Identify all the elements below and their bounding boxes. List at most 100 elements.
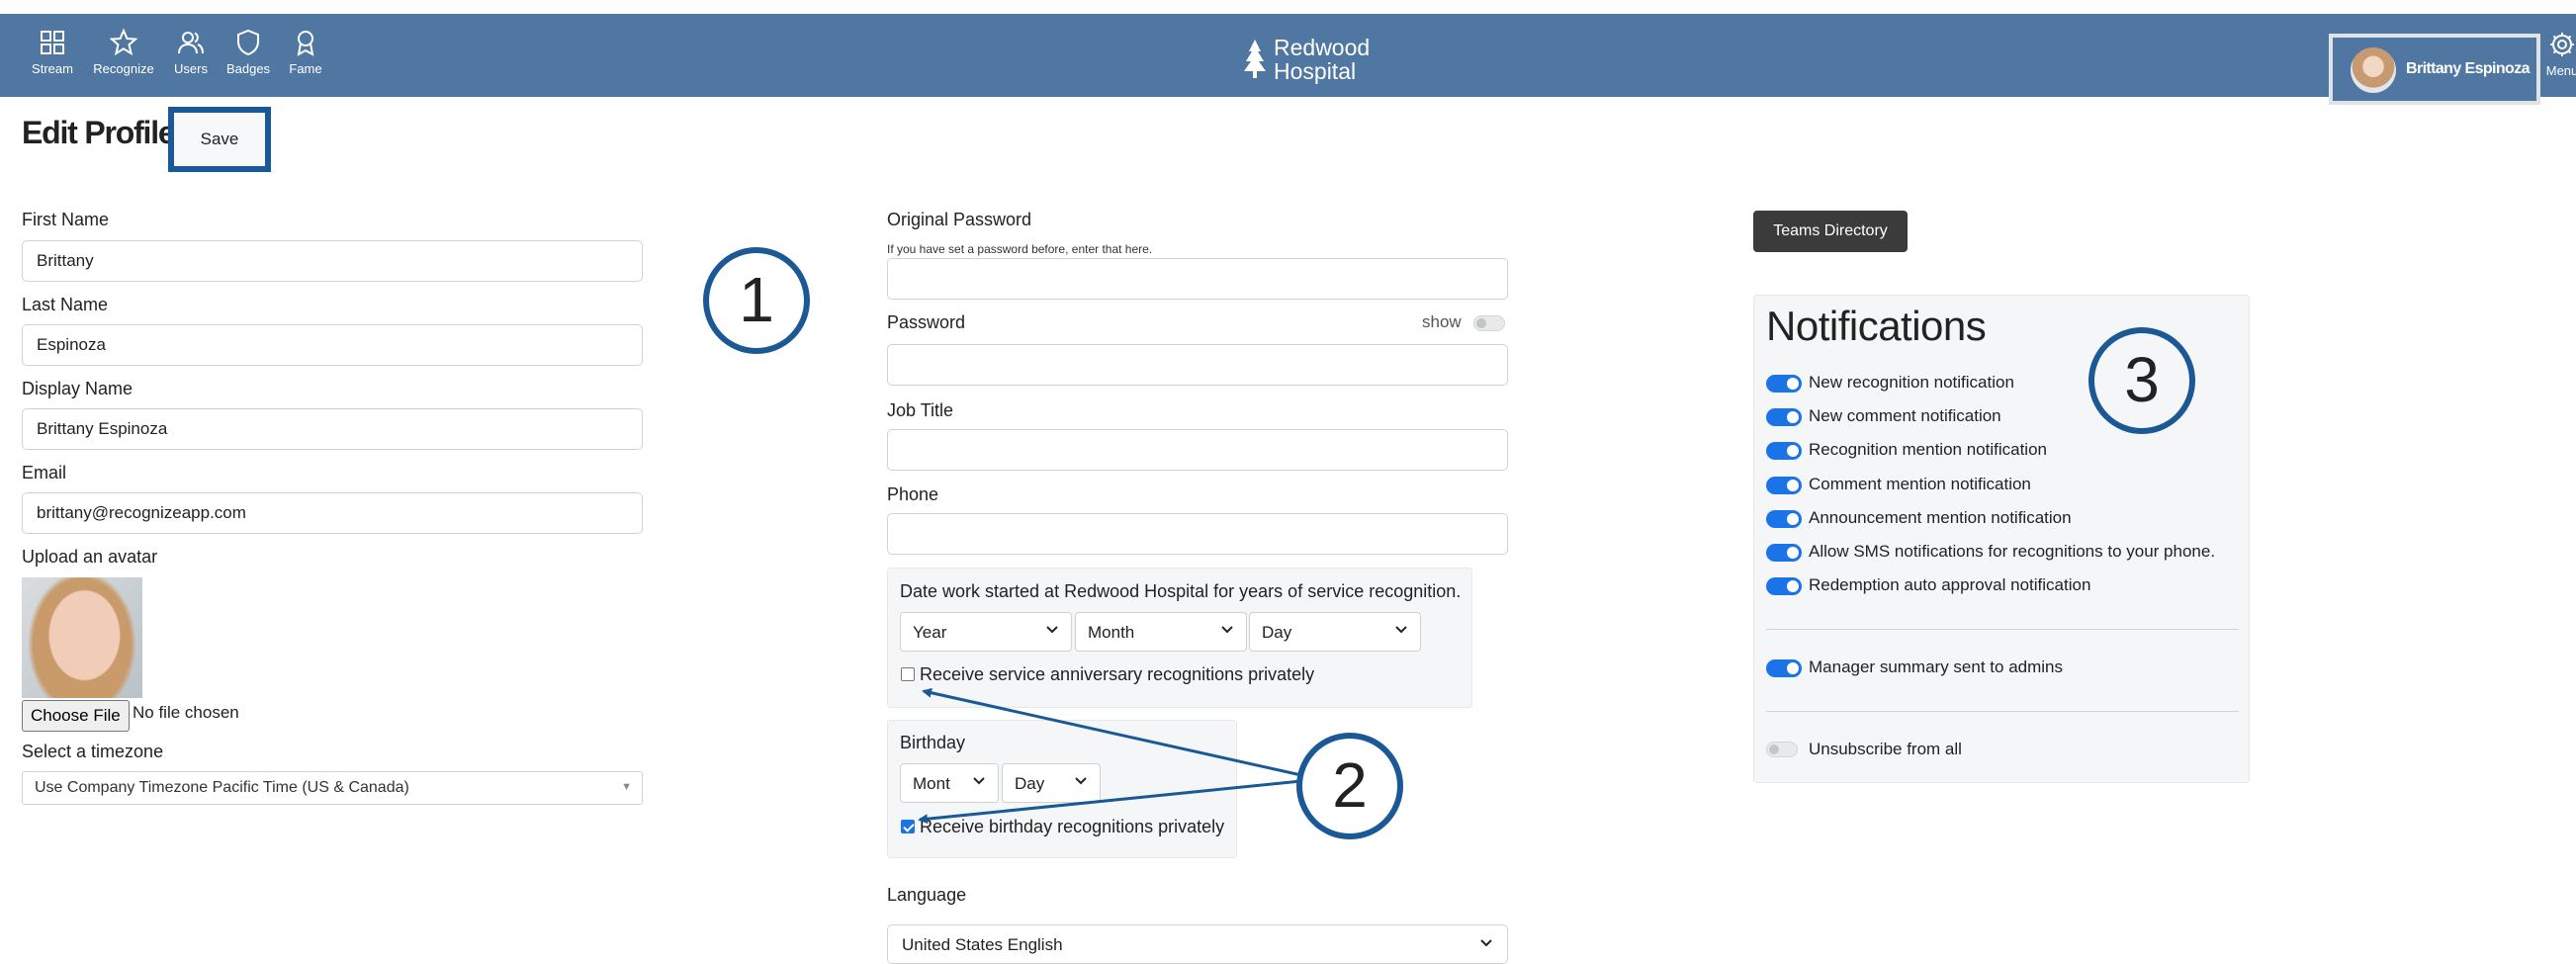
nav-stream-label: Stream [32, 61, 73, 76]
nav-recognize[interactable]: Recognize [89, 28, 158, 93]
notification-label: Allow SMS notifications for recognitions… [1809, 542, 2216, 561]
show-password-toggle[interactable] [1473, 315, 1505, 331]
language-label: Language [887, 885, 967, 905]
notification-label: Comment mention notification [1809, 475, 2031, 493]
teams-directory-button[interactable]: Teams Directory [1753, 211, 1908, 252]
top-navigation-bar: Stream Recognize Users Badges Fame Redwo… [0, 14, 2576, 105]
avatar [2351, 47, 2396, 93]
gear-icon [2550, 33, 2574, 56]
callout-1: 1 [703, 247, 810, 354]
service-year-select[interactable]: Year [900, 612, 1072, 652]
last-name-label: Last Name [22, 295, 109, 314]
grid-icon [41, 31, 64, 54]
display-name-label: Display Name [22, 379, 133, 398]
birthday-private-label: Receive birthday recognitions privately [920, 817, 1225, 836]
manager-summary-toggle[interactable] [1766, 659, 1802, 677]
divider [1766, 629, 2239, 630]
job-title-label: Job Title [887, 400, 954, 420]
notification-toggle[interactable] [1766, 442, 1802, 460]
page-title: Edit Profile [22, 115, 176, 150]
save-button[interactable]: Save [168, 107, 271, 172]
brand-name-line2: Hospital [1274, 58, 1357, 84]
timezone-label: Select a timezone [22, 742, 164, 761]
notification-label: Recognition mention notification [1809, 440, 2047, 459]
chevron-down-icon [1221, 626, 1233, 634]
brand-name-line1: Redwood [1274, 35, 1371, 60]
user-name: Brittany Espinoza [2406, 60, 2531, 77]
birthday-month-select[interactable]: Mont [900, 763, 999, 803]
star-icon [109, 28, 138, 56]
original-password-label: Original Password [887, 210, 1032, 229]
email-label: Email [22, 463, 67, 482]
notification-toggle[interactable] [1766, 510, 1802, 528]
chevron-down-icon [1075, 777, 1087, 785]
birthday-label: Birthday [900, 733, 966, 752]
service-date-label: Date work started at Redwood Hospital fo… [900, 581, 1462, 601]
service-year-value: Year [913, 623, 947, 642]
language-value: United States English [902, 935, 1063, 954]
award-icon [297, 31, 314, 56]
menu-button[interactable]: Menu [2542, 30, 2576, 78]
brand-name: Redwood Hospital [1274, 36, 1370, 83]
email-input[interactable] [22, 492, 643, 534]
service-day-select[interactable]: Day [1249, 612, 1421, 652]
nav-fame-label: Fame [289, 61, 322, 76]
password-input[interactable] [887, 344, 1508, 386]
chevron-down-icon [1480, 939, 1492, 947]
service-private-checkbox[interactable] [901, 667, 915, 681]
chevron-down-icon [973, 777, 985, 785]
birthday-private-checkbox[interactable] [901, 820, 915, 833]
nav-recognize-label: Recognize [93, 61, 154, 76]
nav-fame[interactable]: Fame [271, 28, 340, 93]
service-month-value: Month [1088, 623, 1135, 642]
service-day-value: Day [1262, 623, 1292, 642]
notification-toggle[interactable] [1766, 577, 1802, 595]
notification-toggle[interactable] [1766, 375, 1802, 393]
chevron-down-icon [1395, 626, 1407, 634]
service-month-select[interactable]: Month [1075, 612, 1247, 652]
menu-label: Menu [2545, 63, 2576, 78]
phone-input[interactable] [887, 513, 1508, 555]
birthday-month-value: Mont [913, 774, 950, 793]
password-label: Password [887, 312, 966, 332]
notification-label: New comment notification [1809, 406, 2001, 425]
caret-down-icon: ▼ [621, 781, 632, 793]
birthday-day-select[interactable]: Day [1002, 763, 1101, 803]
original-password-input[interactable] [887, 258, 1508, 300]
manager-summary-label: Manager summary sent to admins [1809, 657, 2063, 676]
shield-icon [237, 29, 259, 56]
notification-toggle[interactable] [1766, 544, 1802, 562]
service-private-label: Receive service anniversary recognitions… [920, 664, 1315, 684]
users-icon [178, 32, 204, 54]
unsubscribe-toggle[interactable] [1766, 742, 1798, 757]
avatar-upload-label: Upload an avatar [22, 547, 158, 567]
notification-label: Redemption auto approval notification [1809, 575, 2091, 594]
first-name-input[interactable] [22, 240, 643, 282]
chevron-down-icon [1046, 626, 1058, 634]
callout-3: 3 [2088, 327, 2195, 434]
tree-icon [1244, 40, 1266, 78]
callout-2: 2 [1296, 733, 1403, 839]
file-status-text: No file chosen [133, 703, 239, 722]
timezone-select[interactable]: Use Company Timezone Pacific Time (US & … [22, 771, 643, 805]
notifications-title: Notifications [1766, 303, 1987, 349]
nav-stream[interactable]: Stream [18, 28, 87, 93]
phone-label: Phone [887, 484, 939, 504]
user-menu-button[interactable]: Brittany Espinoza [2329, 34, 2540, 105]
notification-label: New recognition notification [1809, 373, 2014, 392]
choose-file-button[interactable]: Choose File [22, 700, 130, 732]
last-name-input[interactable] [22, 324, 643, 366]
job-title-input[interactable] [887, 429, 1508, 471]
language-select[interactable]: United States English [887, 924, 1508, 964]
notification-toggle[interactable] [1766, 477, 1802, 494]
divider [1766, 711, 2239, 712]
notification-label: Announcement mention notification [1809, 508, 2072, 527]
timezone-value: Use Company Timezone Pacific Time (US & … [35, 779, 409, 796]
birthday-day-value: Day [1015, 774, 1045, 793]
display-name-input[interactable] [22, 408, 643, 450]
notification-toggle[interactable] [1766, 408, 1802, 426]
unsubscribe-label: Unsubscribe from all [1809, 740, 1962, 758]
show-password-label: show [1422, 312, 1462, 331]
original-password-hint: If you have set a password before, enter… [887, 242, 1153, 256]
first-name-label: First Name [22, 210, 110, 229]
